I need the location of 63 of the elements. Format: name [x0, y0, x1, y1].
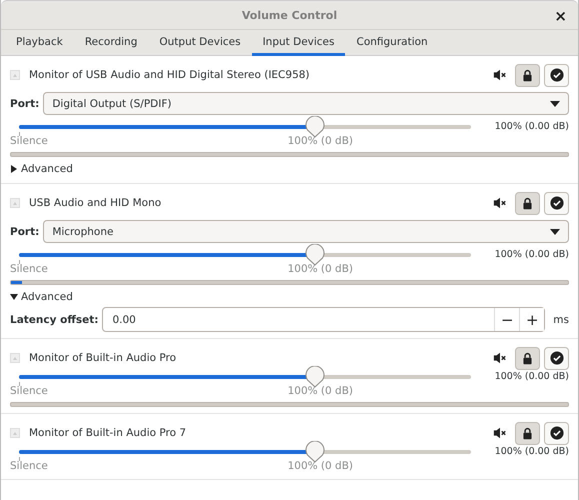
device-name: Monitor of Built-in Audio Pro: [29, 352, 176, 364]
device-icon: [10, 353, 20, 363]
default-button[interactable]: [544, 422, 569, 444]
scale-label: Silence: [10, 263, 48, 275]
muted-speaker-icon: [493, 426, 507, 440]
increment-button[interactable]: +: [519, 308, 544, 331]
port-label: Port:: [10, 226, 40, 238]
device-icon: [10, 428, 20, 438]
scale-label: Silence: [10, 460, 48, 472]
scale-label: 100% (0 dB): [288, 385, 354, 397]
volume-reading: 100% (0.00 dB): [494, 446, 569, 457]
scale-label: Silence: [10, 135, 48, 147]
close-button[interactable]: ×: [551, 7, 570, 25]
lock-icon: [521, 352, 534, 364]
scale-label: 100% (0 dB): [288, 263, 354, 275]
check-circle-icon: [550, 426, 564, 440]
port-label: Port:: [10, 98, 40, 110]
tab[interactable]: Configuration: [345, 30, 439, 56]
device-name: Monitor of USB Audio and HID Digital Stereo (IEC958): [29, 69, 310, 81]
slider-handle[interactable]: [305, 366, 326, 388]
check-circle-icon: [550, 196, 564, 210]
slider-handle[interactable]: [305, 116, 326, 138]
slider-handle[interactable]: [305, 244, 326, 266]
lock-button[interactable]: [515, 346, 540, 370]
muted-speaker-icon: [493, 68, 507, 82]
unit-label: ms: [553, 314, 569, 326]
advanced-expander[interactable]: Advanced: [10, 285, 73, 305]
device-name: Monitor of Built-in Audio Pro 7: [29, 427, 186, 439]
tab[interactable]: Input Devices: [252, 30, 346, 56]
lock-icon: [521, 426, 534, 440]
latency-spin-field[interactable]: 0.00 − +: [102, 307, 546, 332]
muted-speaker-icon: [493, 351, 507, 365]
tab[interactable]: Recording: [74, 30, 148, 56]
scale-label: 100% (0 dB): [288, 135, 354, 147]
default-button[interactable]: [544, 192, 569, 214]
lock-icon: [521, 196, 534, 210]
device-icon: [10, 70, 20, 80]
default-button[interactable]: [544, 64, 569, 86]
tab[interactable]: Playback: [5, 30, 74, 56]
check-circle-icon: [550, 351, 564, 365]
tab[interactable]: Output Devices: [148, 30, 252, 56]
dropdown-arrow-icon: [550, 228, 560, 234]
advanced-expander[interactable]: Advanced: [10, 157, 73, 177]
scale-label: Silence: [10, 385, 48, 397]
device-name: USB Audio and HID Mono: [29, 197, 162, 209]
device-icon: [10, 198, 20, 208]
latency-label: Latency offset:: [10, 314, 98, 326]
volume-reading: 100% (0.00 dB): [494, 371, 569, 382]
lock-button[interactable]: [515, 422, 540, 444]
lock-button[interactable]: [515, 192, 540, 214]
default-button[interactable]: [544, 346, 569, 370]
collapsed-triangle-icon: [10, 165, 18, 173]
check-circle-icon: [550, 68, 564, 82]
window-title: Volume Control: [242, 8, 338, 22]
lock-icon: [521, 68, 534, 82]
dropdown-arrow-icon: [550, 100, 560, 106]
lock-button[interactable]: [515, 64, 540, 86]
volume-reading: 100% (0.00 dB): [494, 121, 569, 132]
slider-handle[interactable]: [305, 441, 326, 463]
volume-reading: 100% (0.00 dB): [494, 249, 569, 260]
scale-label: 100% (0 dB): [288, 460, 354, 472]
expanded-triangle-icon: [10, 293, 18, 301]
muted-speaker-icon: [493, 196, 507, 210]
